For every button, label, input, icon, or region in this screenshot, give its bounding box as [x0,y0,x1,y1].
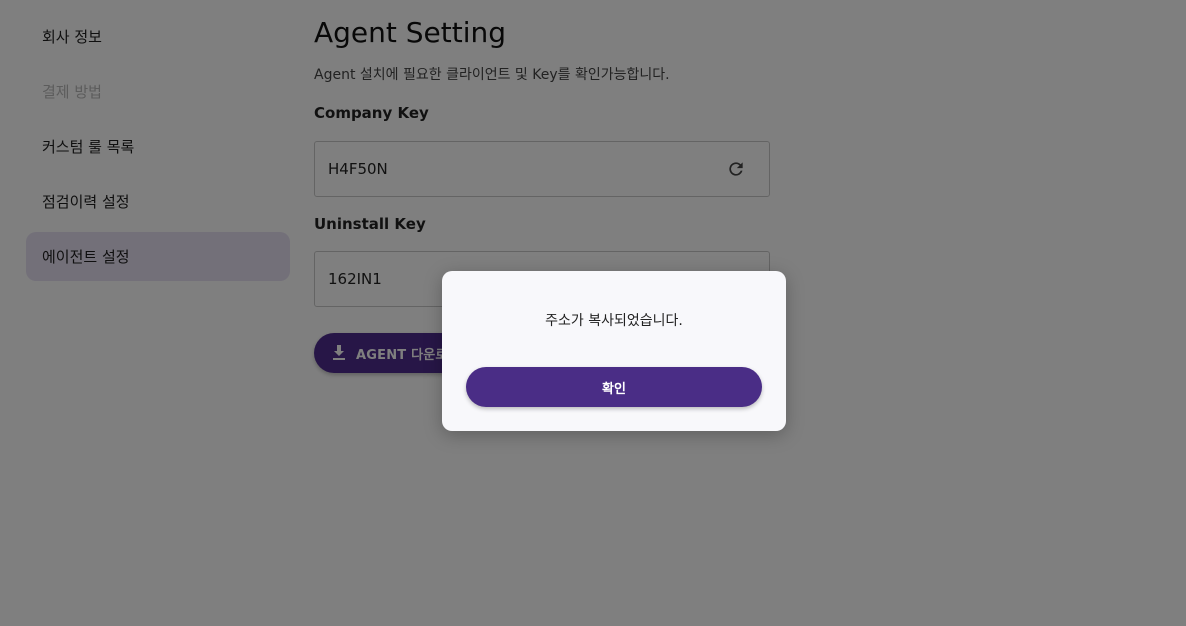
dialog-message: 주소가 복사되었습니다. [545,313,683,329]
copy-confirm-dialog: 주소가 복사되었습니다. 확인 [442,271,786,431]
confirm-button[interactable]: 확인 [466,367,762,407]
